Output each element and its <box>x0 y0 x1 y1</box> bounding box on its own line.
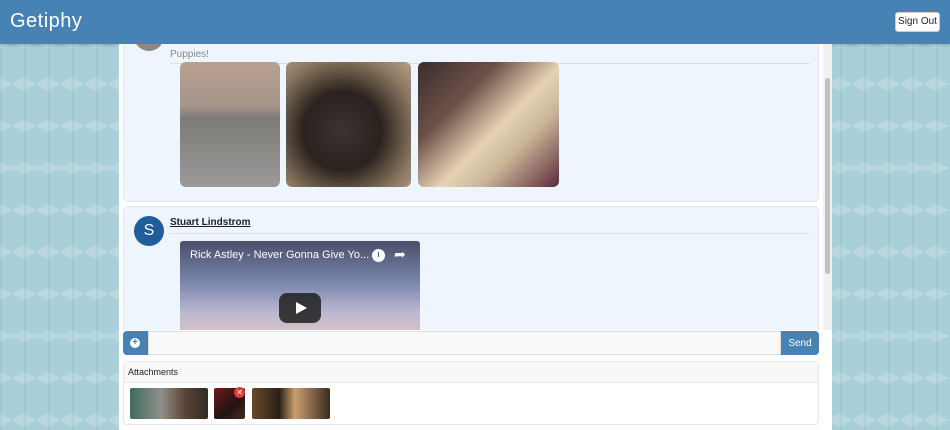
feed-scrollbar[interactable] <box>823 44 832 330</box>
labrador-puppies-gif[interactable] <box>418 62 559 187</box>
message-composer: + Send <box>123 331 819 355</box>
attachment-thumbnail[interactable] <box>130 388 208 419</box>
message-input[interactable] <box>148 331 781 355</box>
attachment-thumbnail[interactable]: ✕ <box>214 387 245 419</box>
play-button[interactable] <box>279 293 321 323</box>
message-feed[interactable]: Puppies! S Stuart Lindstrom Rick Astley … <box>119 44 832 330</box>
attachment-thumbnail[interactable] <box>252 388 330 419</box>
scrollbar-thumb[interactable] <box>825 78 830 274</box>
top-navbar: Getiphy Sign Out <box>0 0 950 44</box>
message-text: Puppies! <box>170 49 209 60</box>
plus-circle-icon: + <box>130 338 140 348</box>
video-title[interactable]: Rick Astley - Never Gonna Give Yo... <box>190 249 369 261</box>
divider <box>170 233 810 234</box>
message-author[interactable]: Stuart Lindstrom <box>170 217 251 228</box>
attachments-header: Attachments <box>124 362 818 383</box>
avatar <box>134 44 164 51</box>
sign-out-button[interactable]: Sign Out <box>895 12 940 32</box>
app-brand[interactable]: Getiphy <box>10 10 82 33</box>
message-card: S Stuart Lindstrom Rick Astley - Never G… <box>123 206 819 330</box>
attachments-title: Attachments <box>128 367 179 377</box>
close-icon[interactable]: ✕ <box>234 387 245 398</box>
attachments-panel: Attachments ✕ <box>123 361 819 425</box>
chat-panel: Puppies! S Stuart Lindstrom Rick Astley … <box>119 44 832 430</box>
watch-later-icon[interactable] <box>372 249 385 262</box>
youtube-video-embed[interactable]: Rick Astley - Never Gonna Give Yo... ➦ <box>180 241 420 330</box>
puppy-gif[interactable] <box>286 62 411 187</box>
avatar: S <box>134 216 164 246</box>
dog-on-bicycle-gif[interactable] <box>180 62 280 187</box>
send-button[interactable]: Send <box>781 331 819 355</box>
attach-button[interactable]: + <box>123 331 148 355</box>
share-icon[interactable]: ➦ <box>394 247 406 261</box>
message-card: Puppies! <box>123 44 819 202</box>
